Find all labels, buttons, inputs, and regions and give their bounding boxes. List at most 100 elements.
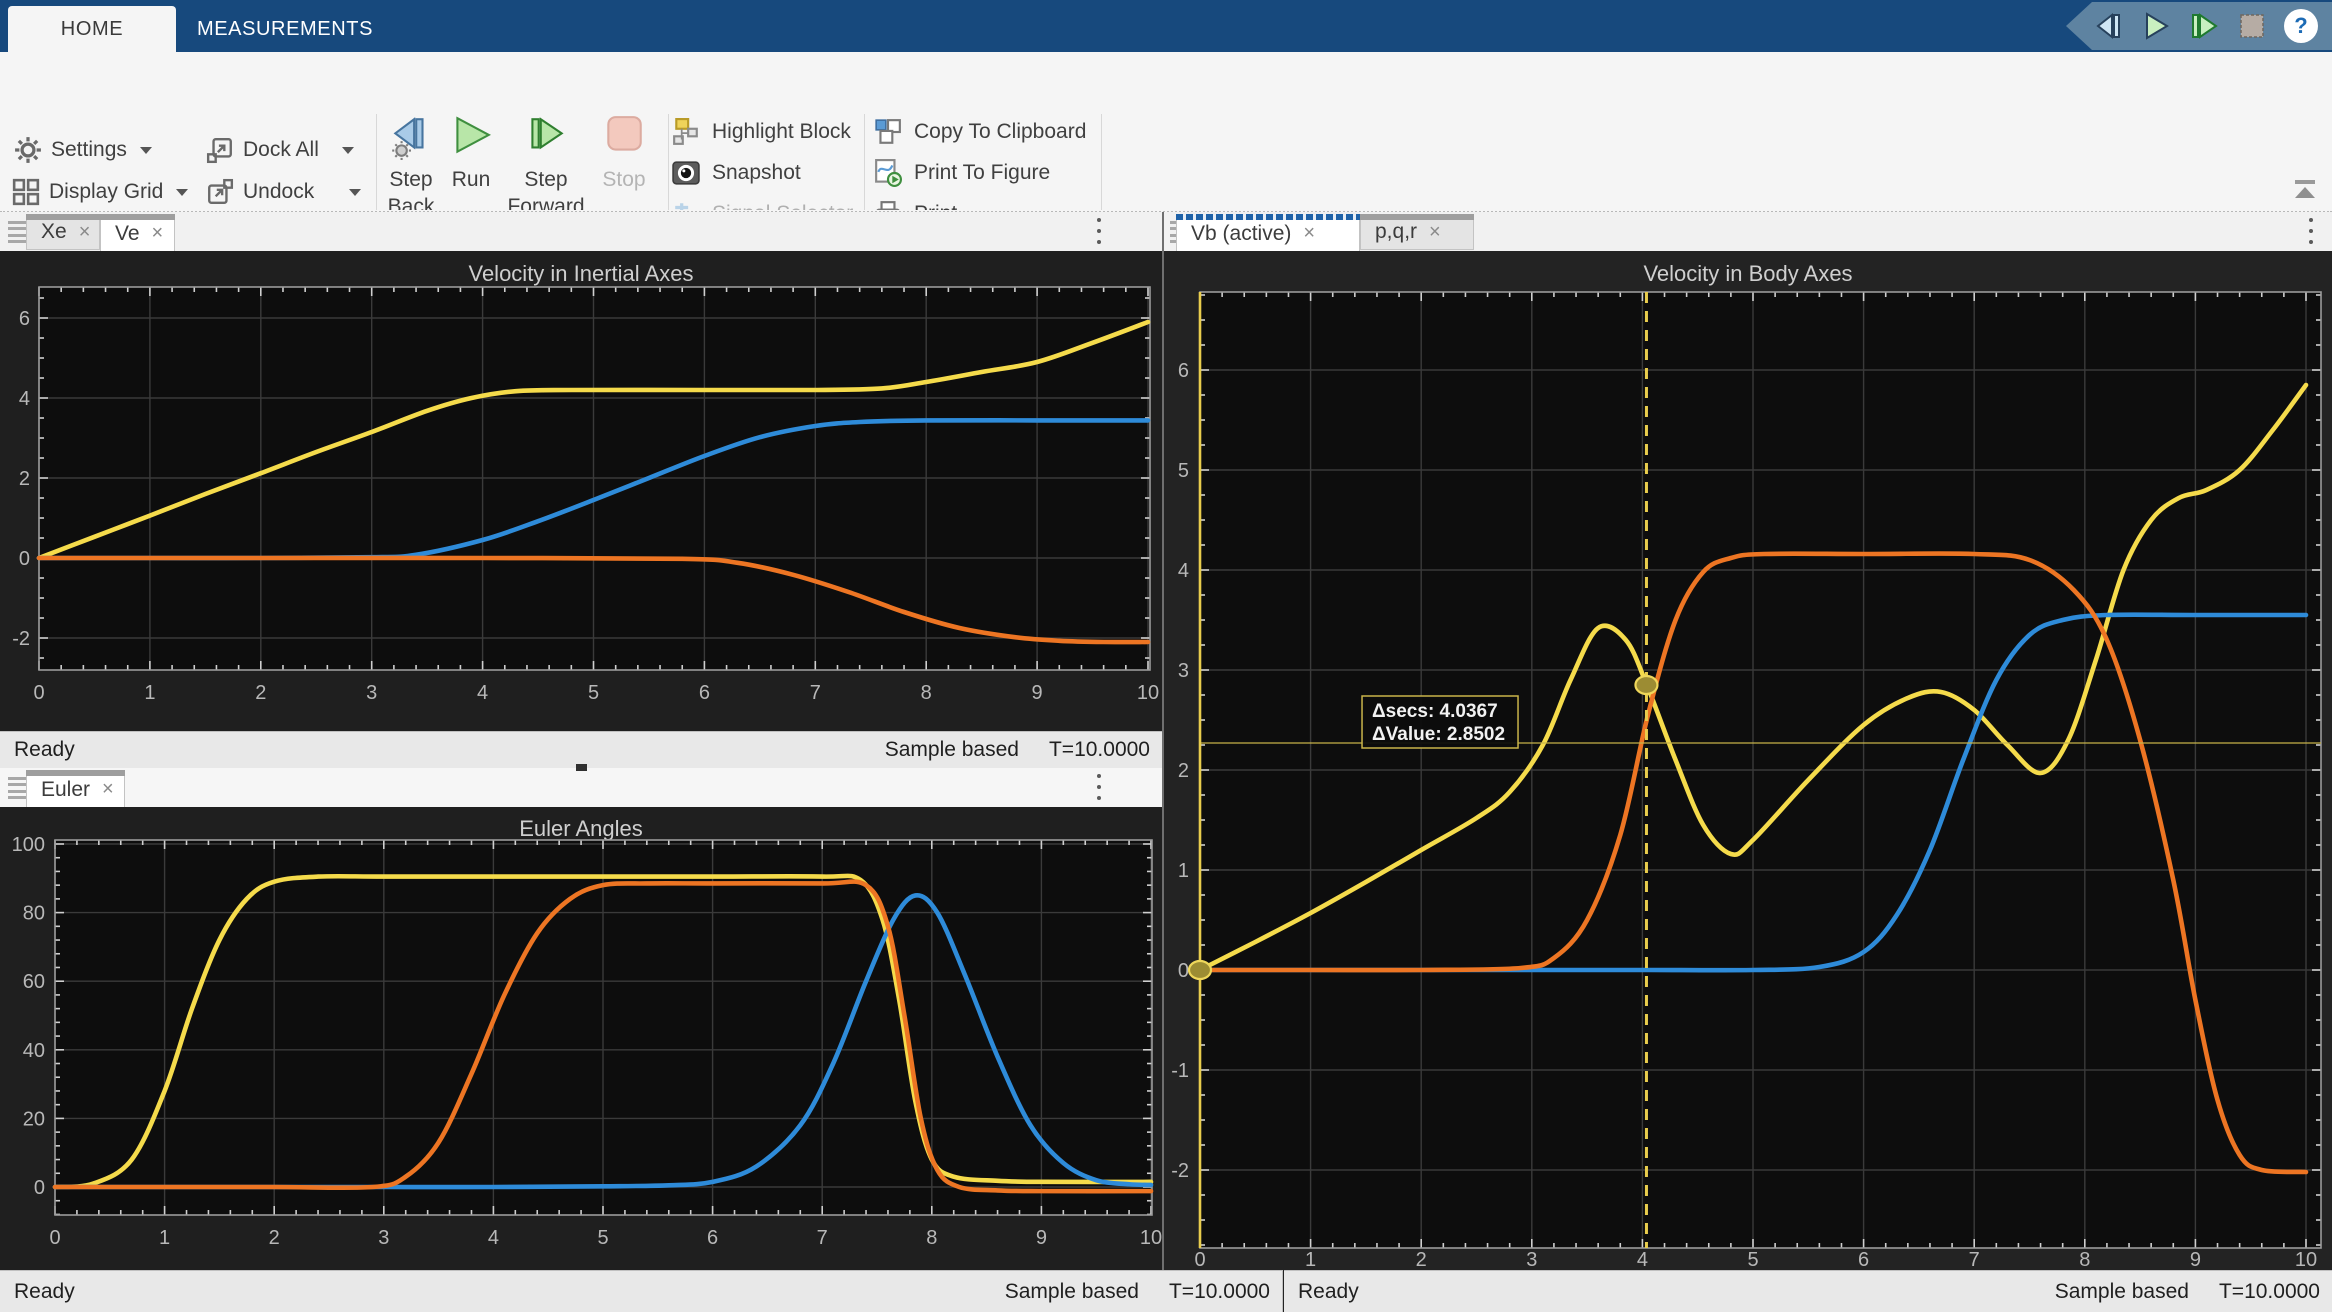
highlight-block-label: Highlight Block <box>712 120 851 144</box>
display-grid-dropdown-icon[interactable] <box>176 189 188 196</box>
x-tick-label: 7 <box>817 1227 828 1249</box>
x-tick-label: 6 <box>699 682 710 704</box>
scope-application: HOME MEASUREMENTS <box>0 0 2332 1312</box>
stop-icon <box>2236 10 2268 42</box>
stop-icon <box>601 114 647 160</box>
panel-menu-icon[interactable] <box>1096 218 1102 244</box>
euler-tab-bar: Euler × <box>0 768 1162 807</box>
run-quick-button[interactable] <box>2140 10 2172 42</box>
close-icon[interactable]: × <box>79 221 91 244</box>
copy-to-clipboard-button[interactable]: Copy To Clipboard <box>874 115 1086 149</box>
print-to-figure-icon <box>874 159 902 187</box>
close-icon[interactable]: × <box>1303 222 1315 245</box>
body-status-bar: Ready Sample based T=10.0000 <box>1284 1270 2332 1312</box>
status-time: T=10.0000 <box>1049 738 1150 762</box>
display-grid-button[interactable]: Display Grid <box>12 176 188 208</box>
x-tick-label: 1 <box>159 1227 170 1249</box>
status-state: Ready <box>14 738 75 762</box>
step-forward-quick-button[interactable] <box>2188 10 2220 42</box>
tab-home-label: HOME <box>61 18 123 41</box>
inertial-plot[interactable]: 012345678910-20246 <box>0 251 1162 731</box>
settings-button[interactable]: Settings <box>14 134 152 166</box>
cursor-delta-value: ΔValue: 2.8502 <box>1372 724 1505 745</box>
x-tick-label: 7 <box>810 682 821 704</box>
stop-label: Stop <box>602 166 645 193</box>
x-tick-label: 3 <box>1526 1249 1537 1270</box>
euler-plot[interactable]: 012345678910020406080100 <box>0 807 1162 1270</box>
tab-measurements[interactable]: MEASUREMENTS <box>196 6 374 52</box>
print-to-figure-button[interactable]: Print To Figure <box>874 156 1050 190</box>
snapshot-button[interactable]: Snapshot <box>672 156 801 190</box>
close-icon[interactable]: × <box>1429 221 1441 244</box>
tab-ve-label: Ve <box>115 222 140 246</box>
x-tick-label: 8 <box>921 682 932 704</box>
run-icon <box>2140 10 2172 42</box>
cursor-2-marker[interactable] <box>1635 676 1657 694</box>
collapse-ribbon-icon <box>2290 178 2320 202</box>
panel-grip-icon[interactable] <box>8 221 26 243</box>
cursor-delta-secs: Δsecs: 4.0367 <box>1372 701 1498 722</box>
x-tick-label: 2 <box>269 1227 280 1249</box>
tab-euler[interactable]: Euler × <box>26 770 125 808</box>
tab-home[interactable]: HOME <box>8 6 176 52</box>
tab-ve[interactable]: Ve × <box>100 214 175 252</box>
status-mode: Sample based <box>1005 1280 1139 1304</box>
snapshot-label: Snapshot <box>712 161 801 185</box>
dock-all-dropdown-icon[interactable] <box>342 147 354 154</box>
undock-button[interactable]: Undock <box>206 176 361 208</box>
cursor-1-marker[interactable] <box>1189 961 1211 979</box>
tab-pqr-label: p,q,r <box>1375 220 1417 244</box>
y-tick-label: 20 <box>23 1108 45 1130</box>
run-button[interactable]: Run <box>446 114 496 193</box>
step-forward-button[interactable]: Step Forward <box>502 114 590 220</box>
y-tick-label: 4 <box>19 388 30 410</box>
status-state: Ready <box>14 1280 75 1304</box>
x-tick-label: 1 <box>144 682 155 704</box>
x-tick-label: 7 <box>1969 1249 1980 1270</box>
panel-menu-icon[interactable] <box>1096 774 1102 800</box>
tab-pqr[interactable]: p,q,r × <box>1360 214 1474 250</box>
y-tick-label: 0 <box>1178 960 1189 982</box>
x-tick-label: 0 <box>49 1227 60 1249</box>
y-tick-label: 2 <box>19 468 30 490</box>
tab-vb[interactable]: Vb (active) × <box>1176 214 1360 252</box>
close-icon[interactable]: × <box>152 222 164 245</box>
y-tick-label: 1 <box>1178 860 1189 882</box>
panel-grip-icon[interactable] <box>8 777 26 799</box>
body-plot[interactable]: 012345678910-2-10123456Δsecs: 4.0367ΔVal… <box>1164 251 2332 1270</box>
status-time: T=10.0000 <box>2219 1280 2320 1304</box>
tab-vb-label: Vb (active) <box>1191 222 1291 246</box>
step-back-icon <box>388 114 434 160</box>
y-tick-label: -2 <box>12 628 30 650</box>
collapse-ribbon-button[interactable] <box>2290 178 2320 202</box>
inertial-status-bar: Ready Sample based T=10.0000 <box>0 731 1162 768</box>
x-tick-label: 9 <box>2190 1249 2201 1270</box>
x-tick-label: 9 <box>1032 682 1043 704</box>
x-tick-label: 4 <box>477 682 488 704</box>
dock-all-button[interactable]: Dock All <box>206 134 354 166</box>
help-button[interactable]: ? <box>2284 9 2318 43</box>
run-label: Run <box>452 166 491 193</box>
undock-dropdown-icon[interactable] <box>349 189 361 196</box>
settings-dropdown-icon[interactable] <box>140 147 152 154</box>
y-tick-label: 60 <box>23 971 45 993</box>
x-tick-label: 8 <box>2079 1249 2090 1270</box>
ribbon: Settings Display Grid Dock All <box>0 52 2332 210</box>
highlight-block-icon <box>672 118 700 146</box>
copy-to-clipboard-label: Copy To Clipboard <box>914 120 1086 144</box>
step-forward-icon <box>2188 10 2220 42</box>
step-forward-icon <box>523 114 569 160</box>
highlight-block-button[interactable]: Highlight Block <box>672 115 851 149</box>
status-mode: Sample based <box>885 738 1019 762</box>
step-back-quick-button[interactable] <box>2092 10 2124 42</box>
tab-xe[interactable]: Xe × <box>26 214 100 250</box>
x-tick-label: 5 <box>597 1227 608 1249</box>
splitter-handle[interactable] <box>576 764 587 771</box>
settings-label: Settings <box>51 138 127 162</box>
stop-button[interactable]: Stop <box>594 114 654 193</box>
panel-menu-icon[interactable] <box>2308 218 2314 244</box>
stop-quick-button[interactable] <box>2236 10 2268 42</box>
close-icon[interactable]: × <box>102 778 114 801</box>
dock-all-label: Dock All <box>243 138 319 162</box>
step-back-button[interactable]: Step Back <box>376 114 446 220</box>
